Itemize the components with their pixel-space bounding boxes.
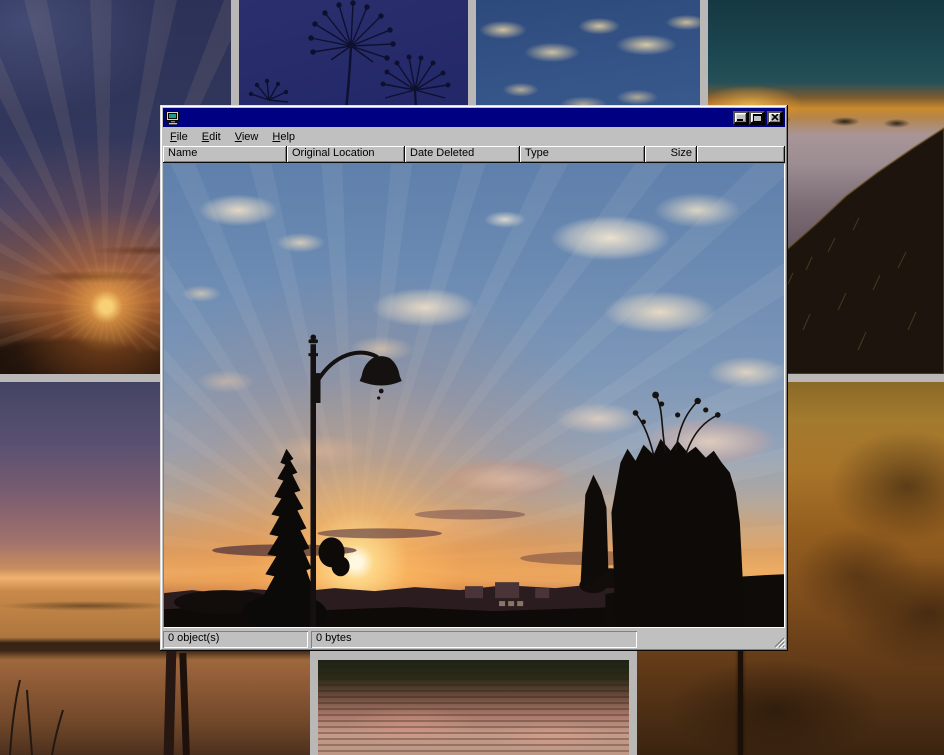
silhouettes-layer [164,164,784,627]
maximize-button[interactable] [749,111,765,125]
column-header-date-deleted[interactable]: Date Deleted [405,146,520,163]
resize-grip[interactable] [772,635,785,648]
menu-view[interactable]: View [228,129,266,145]
menu-file[interactable]: File [163,129,195,145]
desktop-wallpaper: File Edit View Help Name Original Locati… [0,0,944,755]
wallpaper-tile-water-reflection [318,660,629,755]
column-header-name[interactable]: Name [163,146,287,163]
close-button[interactable] [767,111,783,125]
lamp-post-silhouette [308,334,401,627]
column-header-row: Name Original Location Date Deleted Type… [163,146,785,163]
menu-help[interactable]: Help [265,129,302,145]
maximize-icon [753,114,762,122]
status-object-count: 0 object(s) [163,631,308,648]
status-size: 0 bytes [311,631,637,648]
column-header-original-location[interactable]: Original Location [287,146,405,163]
column-header-size[interactable]: Size [645,146,697,163]
minimize-button[interactable] [733,111,749,125]
distant-buildings-lights [499,601,523,606]
list-view-area[interactable] [163,163,785,628]
sunset-lamp-photo [164,164,784,627]
column-header-filler[interactable] [697,146,785,163]
menu-bar: File Edit View Help [163,127,785,146]
minimize-icon [737,114,745,121]
computer-icon [165,110,181,126]
column-header-type[interactable]: Type [520,146,645,163]
close-icon [771,114,779,121]
menu-edit[interactable]: Edit [195,129,228,145]
status-bar: 0 object(s) 0 bytes [163,628,785,648]
recycle-bin-window: File Edit View Help Name Original Locati… [160,105,788,651]
window-titlebar[interactable] [163,108,785,127]
